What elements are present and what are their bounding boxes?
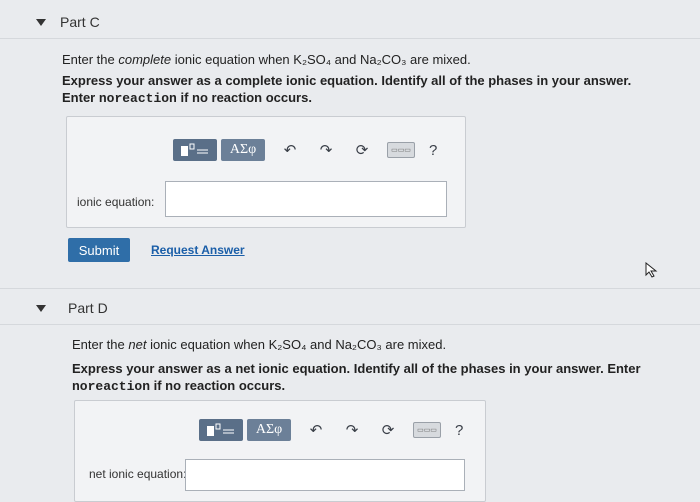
part-d-toolbar: ΑΣφ ↶ ↷ ⟳ ▭▭▭ ? xyxy=(199,419,463,441)
part-d-header[interactable]: Part D xyxy=(36,300,700,316)
part-c-title: Part C xyxy=(60,14,100,30)
part-c-header[interactable]: Part C xyxy=(36,14,700,30)
part-d-instructions: Express your answer as a net ionic equat… xyxy=(72,361,641,394)
net-ionic-equation-input[interactable] xyxy=(185,459,465,491)
ionic-equation-input[interactable] xyxy=(165,181,447,217)
redo-icon[interactable]: ↷ xyxy=(315,139,337,161)
ionic-equation-label: ionic equation: xyxy=(77,195,155,209)
part-d-divider xyxy=(0,324,700,325)
redo-icon[interactable]: ↷ xyxy=(341,419,363,441)
templates-icon xyxy=(181,143,208,156)
reset-icon[interactable]: ⟳ xyxy=(351,139,373,161)
help-button[interactable]: ? xyxy=(455,422,463,439)
part-d-answer-box: ΑΣφ ↶ ↷ ⟳ ▭▭▭ ? net ionic equation: xyxy=(74,400,486,502)
collapse-caret-icon[interactable] xyxy=(36,18,46,26)
undo-icon[interactable]: ↶ xyxy=(279,139,301,161)
reset-icon[interactable]: ⟳ xyxy=(377,419,399,441)
mouse-cursor-icon xyxy=(645,262,658,278)
part-c-instructions: Express your answer as a complete ionic … xyxy=(62,73,632,106)
undo-icon[interactable]: ↶ xyxy=(305,419,327,441)
request-answer-link[interactable]: Request Answer xyxy=(151,243,245,257)
part-c-answer-box: ΑΣφ ↶ ↷ ⟳ ▭▭▭ ? ionic equation: xyxy=(66,116,466,228)
keyboard-icon[interactable]: ▭▭▭ xyxy=(387,142,415,158)
collapse-caret-icon[interactable] xyxy=(36,304,46,312)
part-d-top-divider xyxy=(0,288,700,289)
net-ionic-equation-label: net ionic equation: xyxy=(89,467,187,481)
submit-button[interactable]: Submit xyxy=(68,238,130,262)
keyboard-icon[interactable]: ▭▭▭ xyxy=(413,422,441,438)
templates-button[interactable] xyxy=(199,419,243,441)
greek-symbols-button[interactable]: ΑΣφ xyxy=(247,419,291,441)
templates-icon xyxy=(207,423,234,436)
greek-symbols-button[interactable]: ΑΣφ xyxy=(221,139,265,161)
part-d-title: Part D xyxy=(68,300,108,316)
templates-button[interactable] xyxy=(173,139,217,161)
part-c-divider xyxy=(0,38,700,39)
part-c-toolbar: ΑΣφ ↶ ↷ ⟳ ▭▭▭ ? xyxy=(173,139,437,161)
part-d-prompt: Enter the net ionic equation when K₂SO₄ … xyxy=(72,337,447,352)
part-c-prompt: Enter the complete ionic equation when K… xyxy=(62,52,471,67)
help-button[interactable]: ? xyxy=(429,142,437,159)
